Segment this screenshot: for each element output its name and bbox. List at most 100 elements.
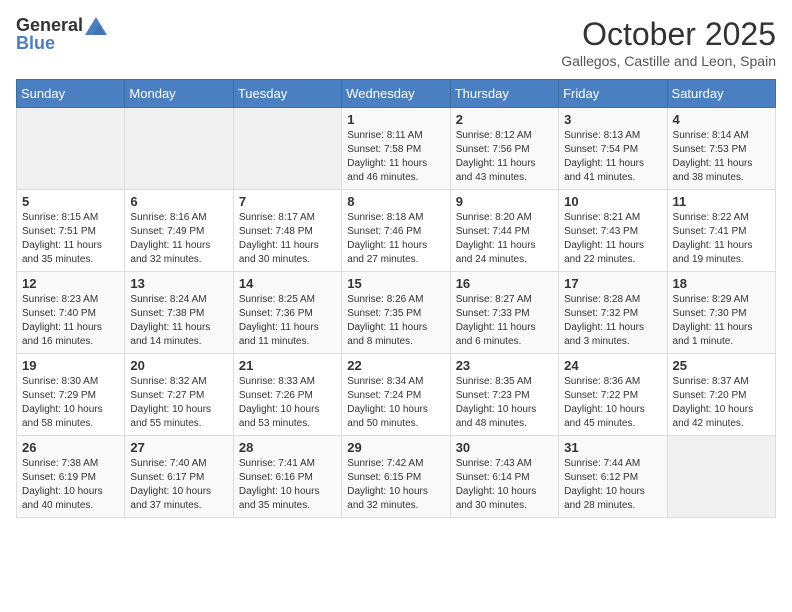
day-info: Sunrise: 7:41 AM Sunset: 6:16 PM Dayligh…: [239, 457, 336, 513]
title-section: October 2025 Gallegos, Castille and Leon…: [561, 16, 776, 69]
day-info: Sunrise: 7:42 AM Sunset: 6:15 PM Dayligh…: [347, 457, 444, 513]
day-number: 4: [673, 112, 770, 127]
day-number: 30: [456, 440, 553, 455]
calendar-cell: 28 Sunrise: 7:41 AM Sunset: 6:16 PM Dayli…: [233, 436, 341, 518]
day-info: Sunrise: 8:32 AM Sunset: 7:27 PM Dayligh…: [130, 375, 227, 431]
calendar-cell: 24 Sunrise: 8:36 AM Sunset: 7:22 PM Dayli…: [559, 354, 667, 436]
location-title: Gallegos, Castille and Leon, Spain: [561, 53, 776, 69]
day-info: Sunrise: 8:12 AM Sunset: 7:56 PM Dayligh…: [456, 129, 553, 185]
calendar-cell: 9Sunrise: 8:20 AM Sunset: 7:44 PM Daylig…: [450, 190, 558, 272]
day-info: Sunrise: 8:14 AM Sunset: 7:53 PM Dayligh…: [673, 129, 770, 185]
day-info: Sunrise: 8:27 AM Sunset: 7:33 PM Dayligh…: [456, 293, 553, 349]
calendar-header-row: SundayMondayTuesdayWednesdayThursdayFrid…: [17, 80, 776, 108]
day-number: 27: [130, 440, 227, 455]
day-info: Sunrise: 8:33 AM Sunset: 7:26 PM Dayligh…: [239, 375, 336, 431]
calendar-cell: 5Sunrise: 8:15 AM Sunset: 7:51 PM Daylig…: [17, 190, 125, 272]
day-number: 11: [673, 194, 770, 209]
calendar-cell: 3 Sunrise: 8:13 AM Sunset: 7:54 PM Daylig…: [559, 108, 667, 190]
calendar-cell: 25 Sunrise: 8:37 AM Sunset: 7:20 PM Dayli…: [667, 354, 775, 436]
day-number: 8: [347, 194, 444, 209]
calendar-cell: 15 Sunrise: 8:26 AM Sunset: 7:35 PM Dayli…: [342, 272, 450, 354]
calendar-cell: 10Sunrise: 8:21 AM Sunset: 7:43 PM Dayli…: [559, 190, 667, 272]
calendar-cell: 19Sunrise: 8:30 AM Sunset: 7:29 PM Dayli…: [17, 354, 125, 436]
calendar-cell: 2 Sunrise: 8:12 AM Sunset: 7:56 PM Daylig…: [450, 108, 558, 190]
logo-blue: Blue: [16, 34, 107, 54]
day-info: Sunrise: 8:25 AM Sunset: 7:36 PM Dayligh…: [239, 293, 336, 349]
weekday-header: Thursday: [450, 80, 558, 108]
calendar-table: SundayMondayTuesdayWednesdayThursdayFrid…: [16, 79, 776, 518]
day-number: 24: [564, 358, 661, 373]
calendar-cell: [125, 108, 233, 190]
day-info: Sunrise: 8:11 AM Sunset: 7:58 PM Dayligh…: [347, 129, 444, 185]
day-number: 18: [673, 276, 770, 291]
calendar-cell: 29 Sunrise: 7:42 AM Sunset: 6:15 PM Dayli…: [342, 436, 450, 518]
day-number: 22: [347, 358, 444, 373]
day-number: 14: [239, 276, 336, 291]
calendar-cell: [233, 108, 341, 190]
calendar-cell: 8 Sunrise: 8:18 AM Sunset: 7:46 PM Daylig…: [342, 190, 450, 272]
month-title: October 2025: [561, 16, 776, 53]
day-info: Sunrise: 8:16 AM Sunset: 7:49 PM Dayligh…: [130, 211, 227, 267]
weekday-header: Friday: [559, 80, 667, 108]
day-number: 1: [347, 112, 444, 127]
day-info: Sunrise: 7:40 AM Sunset: 6:17 PM Dayligh…: [130, 457, 227, 513]
day-number: 25: [673, 358, 770, 373]
logo-icon: [85, 17, 107, 35]
day-number: 7: [239, 194, 336, 209]
day-info: Sunrise: 8:26 AM Sunset: 7:35 PM Dayligh…: [347, 293, 444, 349]
calendar-cell: 20 Sunrise: 8:32 AM Sunset: 7:27 PM Dayli…: [125, 354, 233, 436]
day-info: Sunrise: 8:13 AM Sunset: 7:54 PM Dayligh…: [564, 129, 661, 185]
day-info: Sunrise: 8:18 AM Sunset: 7:46 PM Dayligh…: [347, 211, 444, 267]
calendar-week-row: 1 Sunrise: 8:11 AM Sunset: 7:58 PM Daylig…: [17, 108, 776, 190]
calendar-cell: 18 Sunrise: 8:29 AM Sunset: 7:30 PM Dayli…: [667, 272, 775, 354]
calendar-week-row: 5Sunrise: 8:15 AM Sunset: 7:51 PM Daylig…: [17, 190, 776, 272]
day-info: Sunrise: 7:43 AM Sunset: 6:14 PM Dayligh…: [456, 457, 553, 513]
day-number: 29: [347, 440, 444, 455]
day-number: 15: [347, 276, 444, 291]
weekday-header: Wednesday: [342, 80, 450, 108]
calendar-cell: 21Sunrise: 8:33 AM Sunset: 7:26 PM Dayli…: [233, 354, 341, 436]
calendar-cell: 27 Sunrise: 7:40 AM Sunset: 6:17 PM Dayli…: [125, 436, 233, 518]
day-info: Sunrise: 8:30 AM Sunset: 7:29 PM Dayligh…: [22, 375, 119, 431]
weekday-header: Tuesday: [233, 80, 341, 108]
calendar-week-row: 12 Sunrise: 8:23 AM Sunset: 7:40 PM Dayli…: [17, 272, 776, 354]
calendar-cell: 11 Sunrise: 8:22 AM Sunset: 7:41 PM Dayli…: [667, 190, 775, 272]
day-info: Sunrise: 8:35 AM Sunset: 7:23 PM Dayligh…: [456, 375, 553, 431]
day-number: 28: [239, 440, 336, 455]
day-info: Sunrise: 8:29 AM Sunset: 7:30 PM Dayligh…: [673, 293, 770, 349]
calendar-cell: 26Sunrise: 7:38 AM Sunset: 6:19 PM Dayli…: [17, 436, 125, 518]
calendar-cell: 16Sunrise: 8:27 AM Sunset: 7:33 PM Dayli…: [450, 272, 558, 354]
calendar-cell: 4 Sunrise: 8:14 AM Sunset: 7:53 PM Daylig…: [667, 108, 775, 190]
calendar-cell: 6 Sunrise: 8:16 AM Sunset: 7:49 PM Daylig…: [125, 190, 233, 272]
day-info: Sunrise: 8:37 AM Sunset: 7:20 PM Dayligh…: [673, 375, 770, 431]
calendar-cell: 30 Sunrise: 7:43 AM Sunset: 6:14 PM Dayli…: [450, 436, 558, 518]
weekday-header: Sunday: [17, 80, 125, 108]
day-info: Sunrise: 8:17 AM Sunset: 7:48 PM Dayligh…: [239, 211, 336, 267]
day-number: 9: [456, 194, 553, 209]
calendar-cell: 23 Sunrise: 8:35 AM Sunset: 7:23 PM Dayli…: [450, 354, 558, 436]
day-number: 2: [456, 112, 553, 127]
day-number: 12: [22, 276, 119, 291]
calendar-week-row: 26Sunrise: 7:38 AM Sunset: 6:19 PM Dayli…: [17, 436, 776, 518]
day-number: 23: [456, 358, 553, 373]
day-info: Sunrise: 7:44 AM Sunset: 6:12 PM Dayligh…: [564, 457, 661, 513]
day-info: Sunrise: 8:28 AM Sunset: 7:32 PM Dayligh…: [564, 293, 661, 349]
calendar-cell: 22Sunrise: 8:34 AM Sunset: 7:24 PM Dayli…: [342, 354, 450, 436]
calendar-cell: 14 Sunrise: 8:25 AM Sunset: 7:36 PM Dayli…: [233, 272, 341, 354]
calendar-week-row: 19Sunrise: 8:30 AM Sunset: 7:29 PM Dayli…: [17, 354, 776, 436]
day-number: 20: [130, 358, 227, 373]
day-info: Sunrise: 8:15 AM Sunset: 7:51 PM Dayligh…: [22, 211, 119, 267]
calendar-cell: 31Sunrise: 7:44 AM Sunset: 6:12 PM Dayli…: [559, 436, 667, 518]
day-number: 13: [130, 276, 227, 291]
calendar-cell: 13Sunrise: 8:24 AM Sunset: 7:38 PM Dayli…: [125, 272, 233, 354]
calendar-cell: [667, 436, 775, 518]
day-number: 3: [564, 112, 661, 127]
weekday-header: Saturday: [667, 80, 775, 108]
day-info: Sunrise: 8:22 AM Sunset: 7:41 PM Dayligh…: [673, 211, 770, 267]
day-number: 6: [130, 194, 227, 209]
day-number: 10: [564, 194, 661, 209]
day-info: Sunrise: 8:23 AM Sunset: 7:40 PM Dayligh…: [22, 293, 119, 349]
page-header: General Blue October 2025 Gallegos, Cast…: [16, 16, 776, 69]
day-info: Sunrise: 8:36 AM Sunset: 7:22 PM Dayligh…: [564, 375, 661, 431]
day-number: 26: [22, 440, 119, 455]
